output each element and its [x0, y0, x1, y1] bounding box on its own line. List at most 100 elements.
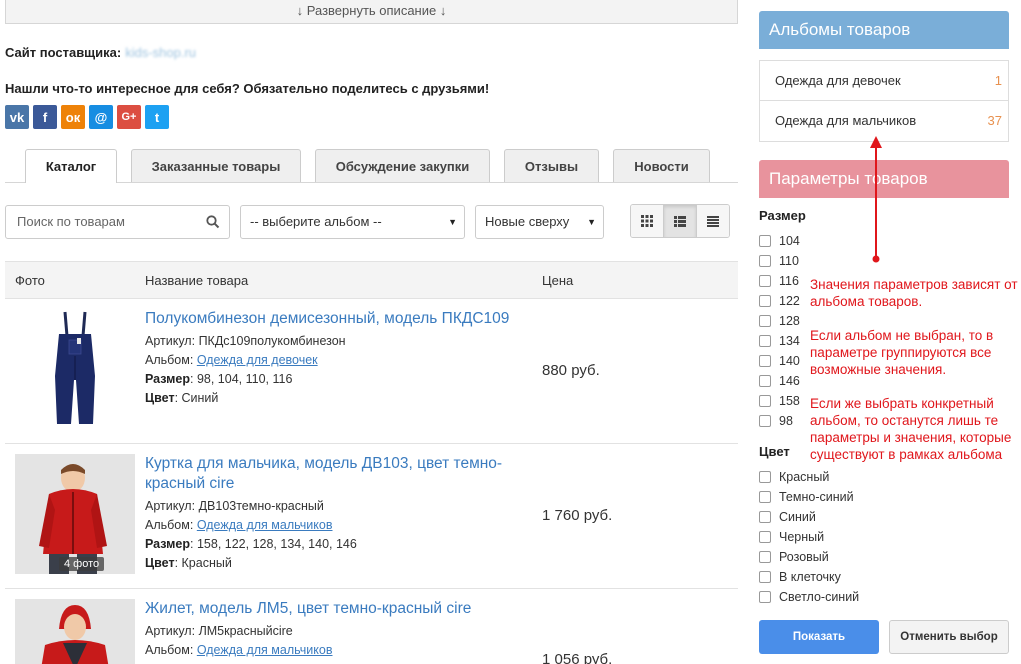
product-row: 4 фото Куртка для мальчика, модель ДВ103… — [5, 444, 738, 589]
odnoklassniki-share-icon[interactable]: ок — [61, 105, 85, 129]
vk-share-icon[interactable]: vk — [5, 105, 29, 129]
supplier-line: Сайт поставщика: kids-shop.ru — [5, 45, 196, 60]
size-option[interactable]: 98 — [759, 411, 800, 431]
size-option[interactable]: 140 — [759, 351, 800, 371]
list-view-button[interactable] — [664, 205, 697, 237]
product-title-link[interactable]: Жилет, модель ЛМ5, цвет темно-красный ci… — [145, 599, 525, 619]
tab-discussion[interactable]: Обсуждение закупки — [315, 149, 490, 182]
annotation-arrow — [870, 136, 882, 263]
albums-panel-title: Альбомы товаров — [759, 11, 1009, 49]
color-option[interactable]: В клеточку — [759, 567, 859, 587]
product-row: Жилет, модель ЛМ5, цвет темно-красный ci… — [5, 589, 738, 664]
album-item-boys[interactable]: Одежда для мальчиков 37 — [760, 101, 1008, 141]
checkbox[interactable] — [759, 235, 771, 247]
size-option[interactable]: 158 — [759, 391, 800, 411]
checkbox[interactable] — [759, 511, 771, 523]
size-option[interactable]: 122 — [759, 291, 800, 311]
facebook-share-icon[interactable]: f — [33, 105, 57, 129]
show-button[interactable]: Показать — [759, 620, 879, 654]
checkbox[interactable] — [759, 315, 771, 327]
product-price: 1 760 руб. — [542, 507, 613, 524]
album-select-value: -- выберите альбом -- — [250, 214, 382, 229]
tab-catalog[interactable]: Каталог — [25, 149, 117, 183]
album-link[interactable]: Одежда для девочек — [197, 353, 318, 367]
product-sizes: Размер: 158, 122, 128, 134, 140, 146 — [145, 537, 357, 551]
album-link[interactable]: Одежда для мальчиков — [197, 518, 333, 532]
product-photo[interactable] — [15, 308, 135, 428]
product-details: Артикул: ПКДс109полукомбинезон Альбом: О… — [145, 332, 346, 408]
product-photo[interactable]: 4 фото — [15, 454, 135, 574]
product-photo[interactable] — [15, 599, 135, 664]
twitter-share-icon[interactable]: t — [145, 105, 169, 129]
size-option[interactable]: 134 — [759, 331, 800, 351]
mailru-share-icon[interactable]: @ — [89, 105, 113, 129]
size-option[interactable]: 128 — [759, 311, 800, 331]
color-option[interactable]: Синий — [759, 507, 859, 527]
checkbox[interactable] — [759, 471, 771, 483]
grid-view-button[interactable] — [631, 205, 664, 237]
checkbox[interactable] — [759, 531, 771, 543]
sort-select[interactable]: Новые сверху ▼ — [475, 205, 604, 239]
product-details: Артикул: ДВ103темно-красный Альбом: Одеж… — [145, 497, 357, 573]
product-album: Альбом: Одежда для девочек — [145, 353, 318, 367]
checkbox[interactable] — [759, 551, 771, 563]
checkbox[interactable] — [759, 415, 771, 427]
grid-icon — [641, 215, 653, 227]
color-option[interactable]: Розовый — [759, 547, 859, 567]
product-title-link[interactable]: Куртка для мальчика, модель ДВ103, цвет … — [145, 454, 525, 494]
list-icon — [674, 215, 686, 227]
checkbox[interactable] — [759, 591, 771, 603]
expand-description-button[interactable]: ↓ Развернуть описание ↓ — [5, 0, 738, 24]
checkbox[interactable] — [759, 375, 771, 387]
tab-ordered-items[interactable]: Заказанные товары — [131, 149, 301, 182]
color-option[interactable]: Светло-синий — [759, 587, 859, 607]
checkbox[interactable] — [759, 491, 771, 503]
product-album: Альбом: Одежда для мальчиков — [145, 518, 333, 532]
col-price: Цена — [542, 273, 574, 288]
size-filter-list: 104 110 116 122 128 134 140 146 158 98 — [759, 231, 800, 431]
supplier-link[interactable]: kids-shop.ru — [125, 45, 196, 60]
googleplus-share-icon[interactable]: G+ — [117, 105, 141, 129]
tab-news[interactable]: Новости — [613, 149, 710, 182]
search-input[interactable]: Поиск по товарам — [5, 205, 230, 239]
chevron-down-icon: ▼ — [448, 217, 457, 227]
checkbox[interactable] — [759, 571, 771, 583]
checkbox[interactable] — [759, 355, 771, 367]
chevron-down-icon: ▼ — [587, 217, 596, 227]
checkbox[interactable] — [759, 335, 771, 347]
table-lines-icon — [707, 215, 719, 227]
product-article: Артикул: ЛМ5красныйcire — [145, 624, 293, 638]
color-option[interactable]: Темно-синий — [759, 487, 859, 507]
checkbox[interactable] — [759, 255, 771, 267]
product-row: Полукомбинезон демисезонный, модель ПКДС… — [5, 300, 738, 444]
size-option[interactable]: 104 — [759, 231, 800, 251]
product-title-link[interactable]: Полукомбинезон демисезонный, модель ПКДС… — [145, 309, 525, 329]
reset-filter-button[interactable]: Отменить выбор — [889, 620, 1009, 654]
color-option[interactable]: Красный — [759, 467, 859, 487]
search-icon[interactable] — [206, 215, 220, 229]
size-option[interactable]: 146 — [759, 371, 800, 391]
color-option[interactable]: Черный — [759, 527, 859, 547]
album-count: 1 — [994, 73, 1002, 88]
product-price: 1 056 руб. — [542, 651, 613, 664]
annotation-note-2: Если альбом не выбран, то в параметре гр… — [810, 328, 994, 377]
album-link[interactable]: Одежда для мальчиков — [197, 643, 333, 657]
size-option[interactable]: 116 — [759, 271, 800, 291]
checkbox[interactable] — [759, 395, 771, 407]
album-item-girls[interactable]: Одежда для девочек 1 — [760, 61, 1008, 101]
size-option[interactable]: 110 — [759, 251, 800, 271]
annotation-note-3: Если же выбрать конкретный альбом, то ос… — [810, 396, 1012, 462]
checkbox[interactable] — [759, 295, 771, 307]
supplier-label: Сайт поставщика: — [5, 45, 122, 60]
vest-boy-image — [15, 599, 135, 664]
table-view-button[interactable] — [697, 205, 729, 237]
product-article: Артикул: ПКДс109полукомбинезон — [145, 334, 346, 348]
tab-reviews[interactable]: Отзывы — [504, 149, 599, 182]
checkbox[interactable] — [759, 275, 771, 287]
jacket-boy-image — [15, 454, 135, 574]
album-count: 37 — [987, 113, 1002, 128]
album-select[interactable]: -- выберите альбом -- ▼ — [240, 205, 465, 239]
product-price: 880 руб. — [542, 362, 600, 379]
table-header: Фото Название товара Цена — [5, 261, 738, 299]
product-color: Цвет: Синий — [145, 391, 219, 405]
